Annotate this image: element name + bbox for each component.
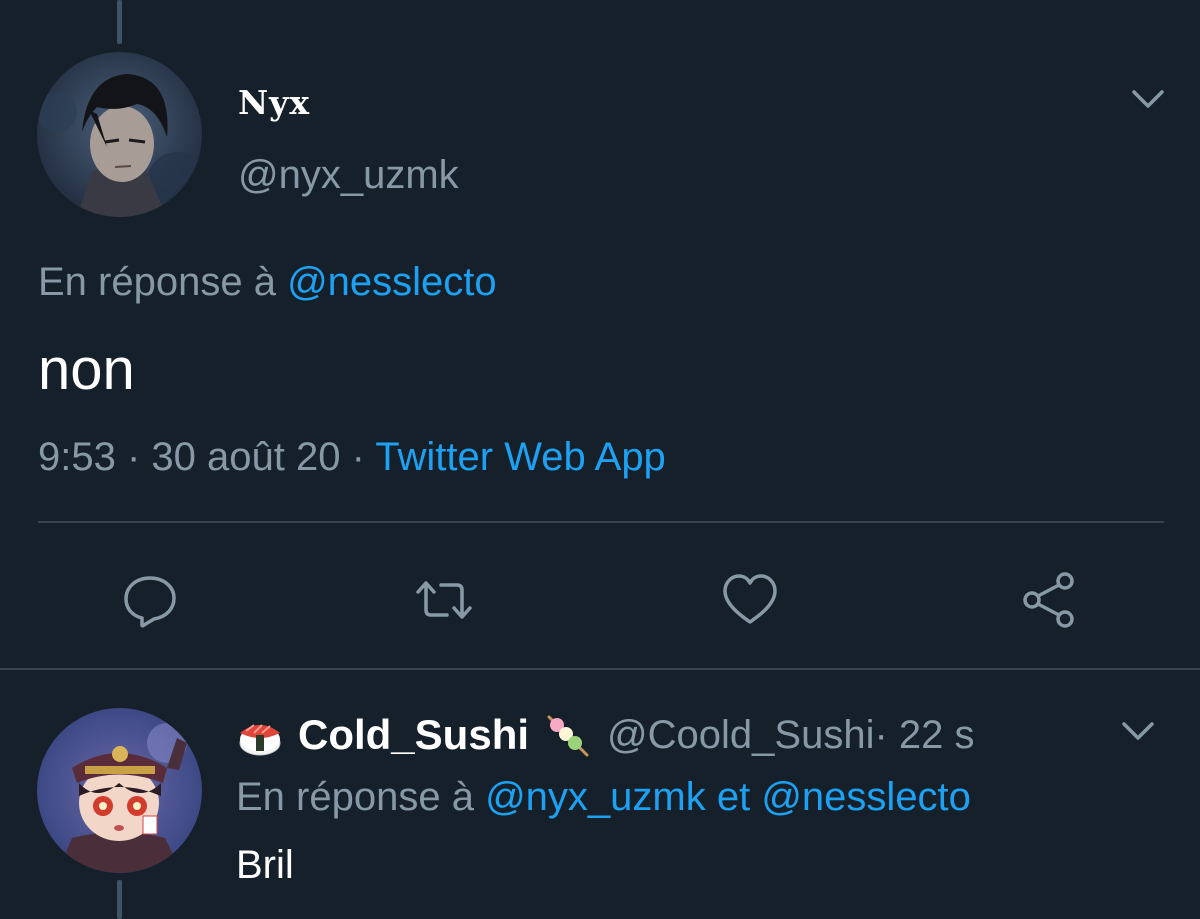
- reply-to-handle-link[interactable]: @nesslecto: [287, 260, 497, 304]
- tweet-thread-view: Nyx @nyx_uzmk En réponse à @nesslecto no…: [0, 0, 1200, 919]
- retweet-icon: [416, 581, 472, 619]
- tweet-metadata: 9:53 · 30 août 20 · Twitter Web App: [38, 435, 666, 480]
- reply-timestamp[interactable]: · 22 s: [874, 713, 974, 758]
- reply-context: En réponse à @nesslecto: [38, 260, 497, 305]
- heart-icon: [723, 574, 777, 624]
- retweet-button[interactable]: [414, 570, 474, 630]
- reply-context-separator: et: [705, 775, 762, 819]
- avatar[interactable]: [37, 708, 202, 873]
- reply-author-handle[interactable]: @Coold_Sushi: [607, 713, 874, 758]
- sushi-emoji-icon: [239, 724, 281, 756]
- thread-connector-line: [117, 0, 122, 44]
- avatar[interactable]: [37, 52, 202, 217]
- anime-avatar-image: [37, 708, 202, 873]
- author-display-name[interactable]: Nyx: [238, 83, 310, 122]
- tweet-source-link[interactable]: Twitter Web App: [375, 435, 666, 479]
- like-button[interactable]: [720, 570, 780, 630]
- chevron-down-icon[interactable]: [1128, 84, 1168, 114]
- divider: [0, 668, 1200, 670]
- share-icon: [1023, 572, 1074, 628]
- reply-to-handle-link[interactable]: @nyx_uzmk: [485, 775, 706, 819]
- divider: [38, 521, 1164, 523]
- reply-button[interactable]: [120, 570, 180, 630]
- reply-context-prefix: En réponse à: [236, 775, 486, 819]
- share-button[interactable]: [1019, 570, 1079, 630]
- reply-context-prefix: En réponse à: [38, 260, 288, 304]
- dango-emoji-icon: [547, 715, 589, 757]
- chevron-down-icon[interactable]: [1118, 716, 1158, 746]
- tweet-text: non: [38, 337, 135, 402]
- author-handle[interactable]: @nyx_uzmk: [238, 153, 459, 198]
- anime-avatar-image: [37, 52, 202, 217]
- reply-to-handle-link[interactable]: @nesslecto: [761, 775, 971, 819]
- reply-tweet-header: Cold_Sushi @Coold_Sushi · 22 s: [236, 710, 975, 760]
- reply-icon: [124, 576, 176, 628]
- reply-context: En réponse à @nyx_uzmk et @nesslecto: [236, 775, 971, 820]
- reply-author-display-name[interactable]: Cold_Sushi: [298, 711, 529, 759]
- reply-tweet-text: Bril: [236, 843, 294, 887]
- tweet-timestamp[interactable]: 9:53 · 30 août 20 ·: [38, 435, 375, 479]
- thread-connector-line: [117, 880, 122, 919]
